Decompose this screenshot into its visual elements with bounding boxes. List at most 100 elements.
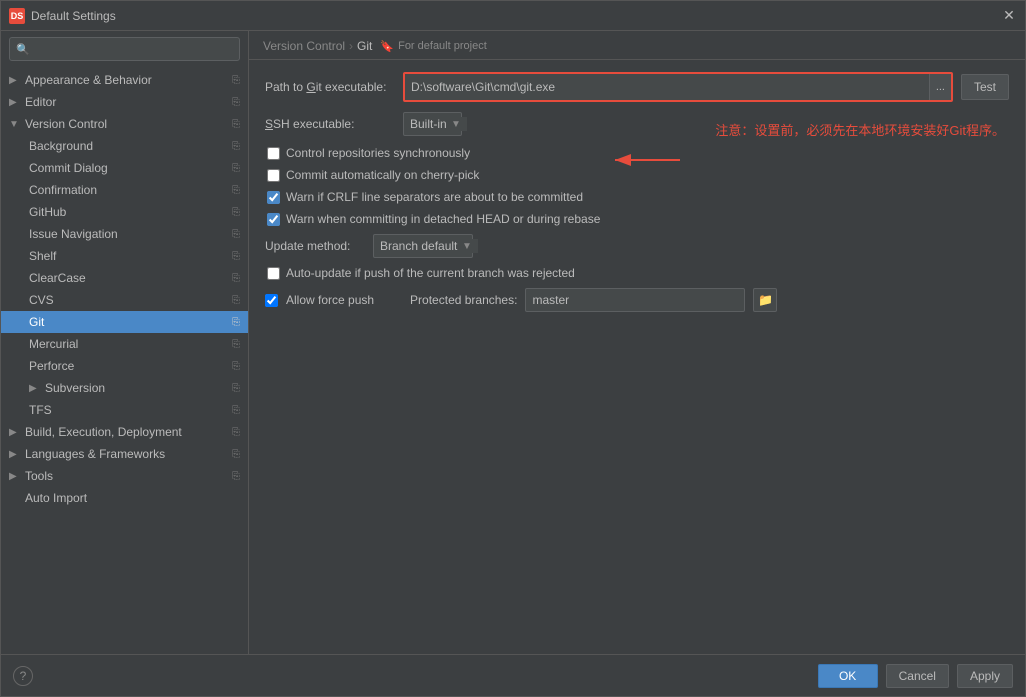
- auto-update-row: Auto-update if push of the current branc…: [265, 266, 1009, 280]
- checkbox-row-3: Warn if CRLF line separators are about t…: [265, 190, 1009, 204]
- main-content: 🔍 ▶ Appearance & Behavior ⎘ ▶ Editor ⎘: [1, 31, 1025, 654]
- help-button[interactable]: ?: [13, 666, 33, 686]
- copy-icon-cc: ⎘: [232, 273, 240, 284]
- main-window: DS Default Settings ✕ 🔍 ▶ Appearance & B…: [0, 0, 1026, 697]
- copy-icon-cd: ⎘: [232, 163, 240, 174]
- sidebar-item-git[interactable]: Git ⎘: [1, 311, 248, 333]
- update-method-select[interactable]: Branch default Merge Rebase: [374, 239, 478, 253]
- sidebar-item-background[interactable]: Background ⎘: [1, 135, 248, 157]
- window-title: Default Settings: [31, 9, 116, 23]
- checkbox-detached-label: Warn when committing in detached HEAD or…: [286, 212, 600, 226]
- expand-arrow-vc: ▼: [9, 119, 21, 130]
- sidebar-item-clearcase[interactable]: ClearCase ⎘: [1, 267, 248, 289]
- test-button[interactable]: Test: [961, 74, 1009, 100]
- copy-icon-shelf: ⎘: [232, 251, 240, 262]
- sidebar-item-languages[interactable]: ▶ Languages & Frameworks ⎘: [1, 443, 248, 465]
- expand-arrow-editor: ▶: [9, 97, 21, 108]
- sidebar-item-languages-label: Languages & Frameworks: [25, 447, 165, 461]
- breadcrumb-vc: Version Control: [263, 39, 345, 53]
- sidebar-item-commit-dialog[interactable]: Commit Dialog ⎘: [1, 157, 248, 179]
- ssh-select[interactable]: Built-in Native: [404, 117, 467, 131]
- content-area: Path to Git executable: D:\software\Git\…: [249, 60, 1025, 654]
- sidebar-item-commit-dialog-label: Commit Dialog: [29, 161, 108, 175]
- copy-icon-bg: ⎘: [232, 141, 240, 152]
- sidebar-item-auto-import-label: Auto Import: [25, 491, 87, 505]
- annotation-text: 注意：设置前，必须先在本地环境安装好Git程序。: [715, 123, 1005, 138]
- copy-icon-lang: ⎘: [232, 449, 240, 460]
- checkbox-force-push-label: Allow force push: [286, 293, 374, 307]
- sidebar-item-confirmation[interactable]: Confirmation ⎘: [1, 179, 248, 201]
- sidebar-item-subversion[interactable]: ▶ Subversion ⎘: [1, 377, 248, 399]
- sidebar-item-github[interactable]: GitHub ⎘: [1, 201, 248, 223]
- update-method-row: Update method: Branch default Merge Reba…: [265, 234, 1009, 258]
- nav-section: ▶ Appearance & Behavior ⎘ ▶ Editor ⎘ ▼ V…: [1, 67, 248, 511]
- sidebar-item-issue-nav-label: Issue Navigation: [29, 227, 118, 241]
- copy-icon-editor: ⎘: [232, 97, 240, 108]
- checkbox-auto-update[interactable]: [267, 267, 280, 280]
- sidebar-item-tools[interactable]: ▶ Tools ⎘: [1, 465, 248, 487]
- checkbox-crlf-label: Warn if CRLF line separators are about t…: [286, 190, 583, 204]
- apply-button[interactable]: Apply: [957, 664, 1013, 688]
- copy-icon-merc: ⎘: [232, 339, 240, 350]
- copy-icon-tfs: ⎘: [232, 405, 240, 416]
- checkbox-sync-label: Control repositories synchronously: [286, 146, 470, 160]
- ssh-label: SSH executable:: [265, 117, 395, 131]
- sidebar-item-background-label: Background: [29, 139, 93, 153]
- copy-icon-conf: ⎘: [232, 185, 240, 196]
- cancel-button[interactable]: Cancel: [886, 664, 949, 688]
- sidebar-item-cvs-label: CVS: [29, 293, 54, 307]
- ok-button[interactable]: OK: [818, 664, 878, 688]
- protected-folder-button[interactable]: 📁: [753, 288, 777, 312]
- expand-arrow-svn: ▶: [29, 383, 41, 394]
- breadcrumb-git: Git: [357, 39, 372, 53]
- checkbox-force-push[interactable]: [265, 294, 278, 307]
- sidebar-item-confirmation-label: Confirmation: [29, 183, 97, 197]
- checkbox-sync[interactable]: [267, 147, 280, 160]
- search-box[interactable]: 🔍: [9, 37, 240, 61]
- sidebar-item-tools-label: Tools: [25, 469, 53, 483]
- sidebar-item-mercurial[interactable]: Mercurial ⎘: [1, 333, 248, 355]
- checkbox-cherry-pick[interactable]: [267, 169, 280, 182]
- sidebar-item-appearance[interactable]: ▶ Appearance & Behavior ⎘: [1, 69, 248, 91]
- checkbox-row-4: Warn when committing in detached HEAD or…: [265, 212, 1009, 226]
- copy-icon-vc: ⎘: [232, 119, 240, 130]
- copy-icon-gh: ⎘: [232, 207, 240, 218]
- checkbox-crlf[interactable]: [267, 191, 280, 204]
- sidebar-item-cvs[interactable]: CVS ⎘: [1, 289, 248, 311]
- sidebar-item-shelf[interactable]: Shelf ⎘: [1, 245, 248, 267]
- protected-branches-input[interactable]: master: [525, 288, 745, 312]
- sidebar-item-perforce[interactable]: Perforce ⎘: [1, 355, 248, 377]
- breadcrumb: Version Control › Git 🔖 For default proj…: [249, 31, 1025, 60]
- title-bar-left: DS Default Settings: [9, 8, 116, 24]
- search-input[interactable]: [34, 42, 233, 56]
- close-button[interactable]: ✕: [1001, 8, 1017, 24]
- path-input-wrapper: D:\software\Git\cmd\git.exe ...: [403, 72, 953, 102]
- sidebar-item-vc-label: Version Control: [25, 117, 107, 131]
- path-row: Path to Git executable: D:\software\Git\…: [265, 72, 1009, 102]
- force-push-row: Allow force push Protected branches: mas…: [265, 288, 1009, 312]
- sidebar-item-editor-label: Editor: [25, 95, 56, 109]
- sidebar-item-perforce-label: Perforce: [29, 359, 74, 373]
- breadcrumb-tag-icon: 🔖: [380, 40, 394, 53]
- sidebar-item-issue-nav[interactable]: Issue Navigation ⎘: [1, 223, 248, 245]
- sidebar-item-mercurial-label: Mercurial: [29, 337, 78, 351]
- search-icon: 🔍: [16, 43, 30, 56]
- browse-button[interactable]: ...: [929, 74, 951, 100]
- checkbox-detached[interactable]: [267, 213, 280, 226]
- app-icon: DS: [9, 8, 25, 24]
- git-path-input[interactable]: D:\software\Git\cmd\git.exe: [405, 74, 929, 100]
- sidebar-item-tfs[interactable]: TFS ⎘: [1, 399, 248, 421]
- copy-icon-svn: ⎘: [232, 383, 240, 394]
- sidebar-item-auto-import[interactable]: Auto Import: [1, 487, 248, 509]
- bottom-bar: ? OK Cancel Apply: [1, 654, 1025, 696]
- copy-icon-in: ⎘: [232, 229, 240, 240]
- sidebar-item-github-label: GitHub: [29, 205, 66, 219]
- expand-arrow-tools: ▶: [9, 471, 21, 482]
- sidebar-item-build[interactable]: ▶ Build, Execution, Deployment ⎘: [1, 421, 248, 443]
- sidebar-item-version-control[interactable]: ▼ Version Control ⎘: [1, 113, 248, 135]
- ssh-dropdown-wrapper: Built-in Native ▼: [403, 112, 462, 136]
- expand-arrow-build: ▶: [9, 427, 21, 438]
- sidebar-item-editor[interactable]: ▶ Editor ⎘: [1, 91, 248, 113]
- copy-icon-cvs: ⎘: [232, 295, 240, 306]
- copy-icon-git: ⎘: [232, 317, 240, 328]
